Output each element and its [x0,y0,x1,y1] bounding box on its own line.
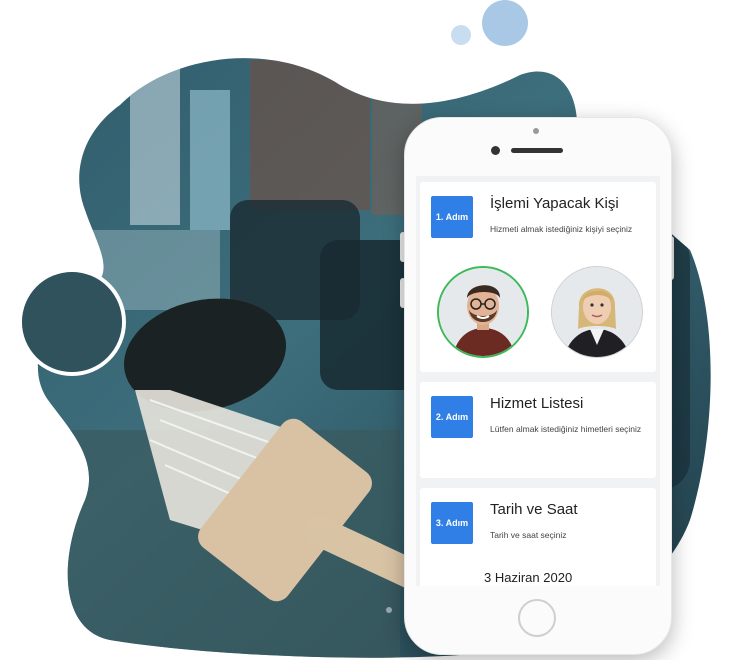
step-badge: 1. Adım [431,196,473,238]
step-card-services[interactable]: 2. Adım Hizmet Listesi Lütfen almak iste… [420,382,656,478]
step-title: İşlemi Yapacak Kişi [490,195,619,212]
step-title: Tarih ve Saat [490,501,578,518]
staff-avatar-selected[interactable] [437,266,529,358]
step-badge: 2. Adım [431,396,473,438]
step-subtitle: Tarih ve saat seçiniz [490,530,567,540]
step-card-staff: 1. Adım İşlemi Yapacak Kişi Hizmeti alma… [420,182,656,372]
decorative-dot [386,607,392,613]
front-camera-icon [491,146,500,155]
home-button[interactable] [518,599,556,637]
sensor-dot [533,128,539,134]
step-title: Hizmet Listesi [490,395,584,412]
phone-screen: 1. Adım İşlemi Yapacak Kişi Hizmeti alma… [416,176,660,586]
speaker-grille [511,148,563,153]
phone-mockup: 1. Adım İşlemi Yapacak Kişi Hizmeti alma… [404,117,672,655]
step-subtitle: Hizmeti almak istediğiniz kişiyi seçiniz [490,224,633,234]
selected-date[interactable]: 3 Haziran 2020 [484,570,572,585]
female-barber-avatar-icon [552,267,642,357]
male-barber-avatar-icon [439,268,527,356]
step-card-datetime[interactable]: 3. Adım Tarih ve Saat Tarih ve saat seçi… [420,488,656,586]
staff-avatar[interactable] [551,266,643,358]
step-badge: 3. Adım [431,502,473,544]
step-subtitle: Lütfen almak istediğiniz himetleri seçin… [490,424,642,434]
